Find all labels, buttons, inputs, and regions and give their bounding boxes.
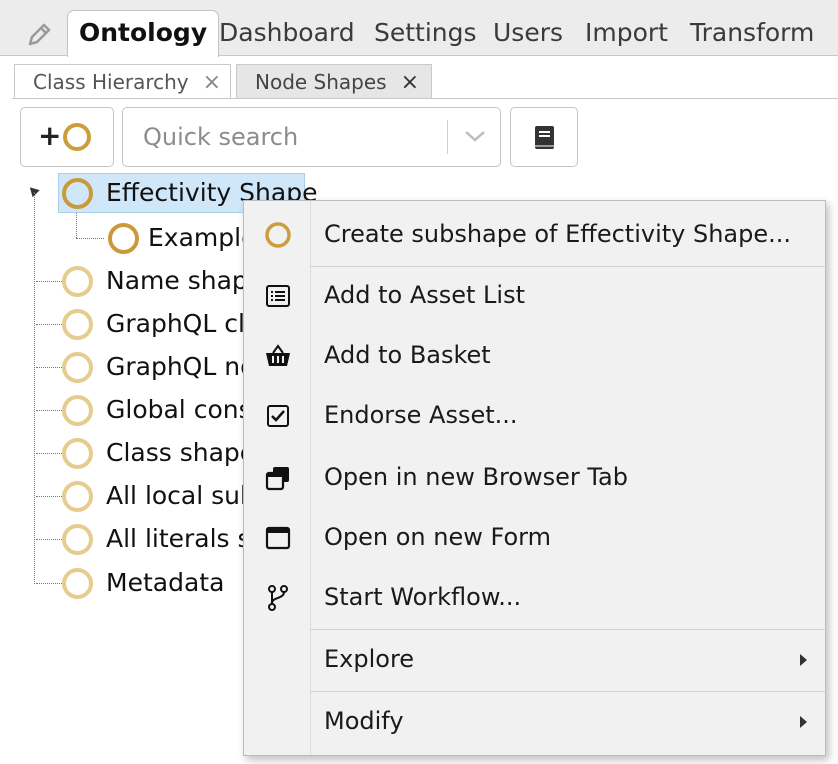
menu-item-open-new-browser-tab[interactable]: Open in new Browser Tab (244, 447, 825, 507)
tab-transform[interactable]: Transform (690, 14, 814, 56)
circle-icon (62, 352, 93, 383)
subtab-label: Class Hierarchy (33, 70, 189, 94)
tab-import[interactable]: Import (585, 14, 668, 56)
menu-item-label: Start Workflow... (324, 583, 522, 611)
tab-dashboard[interactable]: Dashboard (219, 14, 355, 56)
menu-item-explore[interactable]: Explore (244, 629, 825, 689)
circle-icon (63, 123, 91, 151)
menu-item-create-subshape[interactable]: Create subshape of Effectivity Shape... (244, 204, 825, 264)
book-icon (535, 126, 554, 149)
submenu-arrow-icon (800, 716, 807, 728)
close-icon[interactable]: × (401, 66, 419, 100)
app-root: Ontology Dashboard Settings Users Import… (0, 0, 838, 764)
context-menu: Create subshape of Effectivity Shape... … (243, 200, 826, 756)
basket-icon (264, 342, 292, 370)
plus-icon: + (38, 119, 62, 152)
tree-connector (36, 583, 62, 584)
close-icon[interactable]: × (203, 66, 221, 100)
circle-icon (62, 395, 93, 426)
tree-connector (36, 496, 62, 497)
menu-item-label: Open in new Browser Tab (324, 463, 628, 491)
tab-ontology[interactable]: Ontology (67, 10, 220, 57)
circle-icon (62, 438, 93, 469)
circle-icon (62, 524, 93, 555)
tab-users[interactable]: Users (493, 14, 563, 56)
tree-node-label: GraphQL no (106, 352, 256, 381)
tree-connector (36, 539, 62, 540)
circle-icon (62, 309, 93, 340)
tree-connector (36, 324, 62, 325)
tree-node-label: GraphQL cla (106, 309, 261, 338)
tree-connector (36, 453, 62, 454)
menu-item-label: Add to Basket (324, 341, 491, 369)
checkbox-icon (264, 402, 292, 430)
documentation-button[interactable] (510, 107, 578, 167)
menu-item-label: Create subshape of Effectivity Shape... (324, 220, 792, 248)
tree-node-label: Global cons (106, 395, 252, 424)
subtab-divider (12, 98, 838, 99)
menu-item-label: Endorse Asset... (324, 401, 518, 429)
menu-item-endorse-asset[interactable]: Endorse Asset... (244, 385, 825, 445)
circle-icon (62, 266, 93, 297)
circle-icon (62, 178, 93, 209)
menu-item-label: Modify (324, 707, 404, 735)
menu-item-start-workflow[interactable]: Start Workflow... (244, 567, 825, 627)
subtab-label: Node Shapes (255, 70, 387, 94)
tree-node-label: Example (148, 223, 257, 252)
menu-item-add-to-basket[interactable]: Add to Basket (244, 325, 825, 385)
quick-search-input[interactable]: Quick search (122, 107, 501, 167)
submenu-arrow-icon (800, 654, 807, 666)
tree-connector (36, 367, 62, 368)
tree-connector (76, 212, 77, 238)
tree-node-label: Metadata (106, 568, 225, 597)
list-icon (264, 282, 292, 310)
circle-icon (264, 221, 292, 249)
branch-icon (264, 584, 292, 612)
menu-item-label: Explore (324, 645, 415, 673)
top-tab-bar: Ontology Dashboard Settings Users Import… (0, 0, 838, 57)
expand-triangle-icon[interactable] (26, 183, 40, 198)
menu-item-label: Add to Asset List (324, 281, 525, 309)
circle-icon (108, 223, 139, 254)
tree-connector (36, 410, 62, 411)
tree-node-label: Name shape (106, 266, 264, 295)
tree-connector (36, 281, 62, 282)
chevron-down-icon[interactable] (463, 126, 487, 146)
tree-node-label: All local sub (106, 481, 256, 510)
tree-node-label: Class shape (106, 438, 256, 467)
pencil-icon[interactable] (26, 20, 54, 48)
search-placeholder: Quick search (143, 123, 299, 151)
add-shape-button[interactable]: + (20, 107, 114, 167)
circle-icon (62, 568, 93, 599)
subtab-node-shapes[interactable]: Node Shapes × (236, 64, 432, 99)
menu-item-label: Open on new Form (324, 523, 551, 551)
tree-connector (76, 238, 104, 239)
menu-item-modify[interactable]: Modify (244, 691, 825, 751)
tree-connector (34, 192, 35, 584)
menu-item-add-to-asset-list[interactable]: Add to Asset List (244, 265, 825, 325)
search-divider (447, 120, 448, 154)
form-window-icon (264, 524, 292, 552)
new-tab-icon (264, 464, 292, 492)
tab-settings[interactable]: Settings (374, 14, 477, 56)
subtab-class-hierarchy[interactable]: Class Hierarchy × (14, 64, 231, 99)
circle-icon (62, 481, 93, 512)
menu-item-open-new-form[interactable]: Open on new Form (244, 507, 825, 567)
